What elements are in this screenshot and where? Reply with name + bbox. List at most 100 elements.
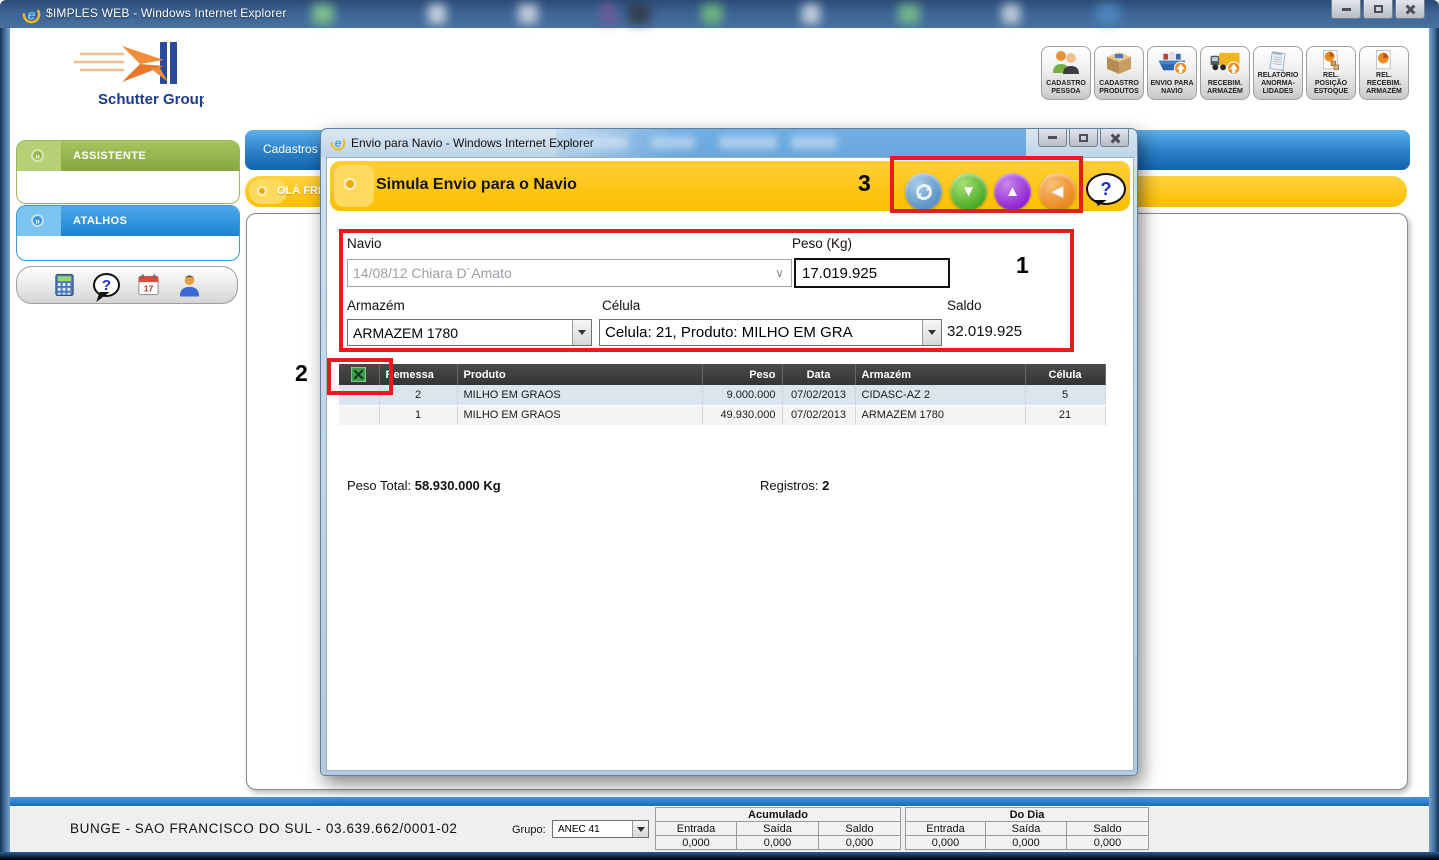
bullet-icon (257, 186, 267, 196)
modal-minimize-button[interactable] (1038, 129, 1067, 147)
blurred-menu-item (791, 136, 837, 149)
blurred-item (1096, 4, 1120, 24)
maximize-icon (1079, 134, 1088, 142)
do-dia-table: Do Dia Entrada Saída Saldo 0,000 0,000 0… (905, 807, 1149, 850)
modal-caption-buttons (1036, 129, 1129, 147)
main-title-bar[interactable]: e $IMPLES WEB - Windows Internet Explore… (0, 0, 1439, 28)
ie-icon: e (330, 135, 346, 151)
truck-icon (1208, 49, 1242, 76)
toolbar-label: CADASTRO PRODUTOS (1099, 80, 1139, 96)
do-dia-title: Do Dia (906, 808, 1149, 822)
acumulado-table: Acumulado Entrada Saída Saldo 0,000 0,00… (655, 807, 901, 850)
help-balloon-icon[interactable]: ? (93, 273, 120, 297)
assistente-label: ASSISTENTE (73, 150, 146, 162)
col-peso[interactable]: Peso (702, 364, 782, 385)
screen: { "window": { "title": "$IMPLES WEB - Wi… (0, 0, 1439, 860)
modal-title-bar[interactable]: e Envio para Navio - Windows Internet Ex… (321, 129, 1137, 157)
calendar-icon[interactable]: 17 (136, 272, 161, 298)
col-data[interactable]: Data (782, 364, 855, 385)
col-celula[interactable]: Célula (1025, 364, 1105, 385)
menu-item-cadastros[interactable]: Cadastros (263, 142, 318, 156)
ie-icon: e (22, 5, 41, 24)
minimize-button[interactable] (1331, 0, 1361, 19)
col-produto[interactable]: Produto (457, 364, 702, 385)
cell-armazem: ARMAZEM 1780 (855, 405, 1025, 425)
toolbar-button-relatorio-anormalidades[interactable]: RELATÓRIO ANORMA- LIDADES (1253, 46, 1303, 100)
user-icon[interactable] (177, 272, 202, 298)
calculator-icon[interactable] (52, 272, 77, 298)
toolbar-button-cadastro-pessoa[interactable]: CADASTRO PESSOA (1041, 46, 1091, 100)
peso-total-value: 58.930.000 Kg (415, 478, 501, 493)
saida-label: Saída (986, 822, 1067, 836)
modal-envio-para-navio: e Envio para Navio - Windows Internet Ex… (320, 128, 1138, 776)
modal-title: Envio para Navio - Windows Internet Expl… (351, 136, 594, 150)
sidebar-item-assistente[interactable]: » ASSISTENTE (17, 141, 239, 171)
blurred-item (312, 4, 334, 24)
blurred-item (898, 4, 920, 24)
greeting-text: OLÁ FRE (277, 185, 325, 197)
entrada-label: Entrada (656, 822, 737, 836)
blurred-menu-item (719, 136, 777, 149)
annotation-2: 2 (295, 360, 308, 387)
chevron-icon: » (31, 149, 44, 162)
people-icon (1050, 49, 1082, 75)
saldo-value: 0,000 (819, 836, 901, 850)
row-selector[interactable] (339, 405, 379, 425)
registros: Registros: 2 (760, 478, 829, 493)
toolbar-label: REL. RECEBIM. ARMAZÉM (1360, 72, 1408, 96)
toolbar-label: ENVIO PARA NAVIO (1150, 80, 1193, 96)
modal-close-button[interactable] (1100, 129, 1129, 147)
table-row[interactable]: 1 MILHO EM GRAOS 49.930.000 07/02/2013 A… (339, 405, 1105, 425)
saldo-label: Saldo (819, 822, 901, 836)
modal-body: Simula Envio para o Navio 3 ▼ ▲ ◀ ? 1 Na… (326, 157, 1134, 771)
chevron-icon: » (31, 214, 44, 227)
schutter-logo: Schutter Group (64, 38, 204, 117)
blurred-item (428, 4, 446, 24)
grupo-value: ANEC 41 (558, 824, 600, 835)
remessas-table: Remessa Produto Peso Data Armazém Célula… (339, 364, 1106, 426)
toolbar-button-rel-recebim-armazem[interactable]: REL. RECEBIM. ARMAZÉM (1359, 46, 1409, 100)
pie-report-boxes-icon (1316, 49, 1346, 72)
notepad-icon (1263, 49, 1293, 72)
minimize-icon (1342, 8, 1351, 11)
cell-celula: 21 (1025, 405, 1105, 425)
close-button[interactable] (1395, 0, 1425, 19)
close-icon (1405, 4, 1415, 14)
cell-remessa: 1 (379, 405, 457, 425)
annotation-box-1 (339, 229, 1074, 352)
cell-celula: 5 (1025, 385, 1105, 405)
toolbar-label: REL. POSIÇÃO ESTOQUE (1307, 72, 1355, 96)
blurred-item (702, 4, 722, 24)
cell-produto: MILHO EM GRAOS (457, 405, 702, 425)
atalhos-label: ATALHOS (73, 215, 127, 227)
modal-maximize-button[interactable] (1069, 129, 1098, 147)
toolbar-button-envio-para-navio[interactable]: ENVIO PARA NAVIO (1147, 46, 1197, 100)
toolbar-button-rel-posicao-estoque[interactable]: REL. POSIÇÃO ESTOQUE (1306, 46, 1356, 100)
blurred-item (600, 4, 616, 24)
window-title: $IMPLES WEB - Windows Internet Explorer (46, 6, 287, 20)
registros-value: 2 (822, 478, 829, 493)
blurred-menu-item (651, 136, 695, 149)
chevron-down-icon (637, 827, 645, 832)
help-balloon-icon[interactable]: ? (1086, 173, 1126, 205)
sidebar-item-atalhos[interactable]: » ATALHOS (17, 206, 239, 236)
grupo-label: Grupo: (512, 824, 546, 836)
annotation-box-3 (890, 156, 1083, 213)
entrada-label: Entrada (906, 822, 986, 836)
saida-value: 0,000 (737, 836, 819, 850)
table-row[interactable]: 2 MILHO EM GRAOS 9.000.000 07/02/2013 CI… (339, 385, 1105, 405)
grupo-select[interactable]: ANEC 41 (552, 820, 649, 838)
toolbar-label: RECEBIM. ARMAZÉM (1207, 80, 1243, 96)
modal-header-title: Simula Envio para o Navio (376, 176, 577, 194)
sidebar-icon-bar: ? 17 (16, 266, 238, 304)
toolbar-button-recebim-armazem[interactable]: RECEBIM. ARMAZÉM (1200, 46, 1250, 100)
peso-total: Peso Total: 58.930.000 Kg (347, 478, 501, 493)
window-caption-buttons (1329, 0, 1425, 19)
maximize-button[interactable] (1363, 0, 1393, 19)
sidebar-atalhos-box: » ATALHOS (16, 205, 240, 261)
toolbar-button-cadastro-produtos[interactable]: CADASTRO PRODUTOS (1094, 46, 1144, 100)
toolbar-label: CADASTRO PESSOA (1046, 80, 1086, 96)
svg-text:Schutter Group: Schutter Group (98, 91, 204, 108)
col-armazem[interactable]: Armazém (855, 364, 1025, 385)
blurred-item (802, 4, 820, 24)
